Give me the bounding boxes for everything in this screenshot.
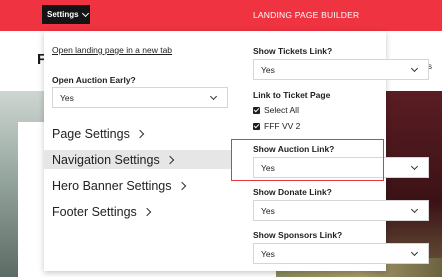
- show-tickets-value: Yes: [261, 64, 275, 75]
- open-landing-page-link[interactable]: Open landing page in a new tab: [52, 45, 172, 55]
- chevron-down-icon: [410, 162, 419, 171]
- show-tickets-select[interactable]: Yes: [253, 59, 429, 80]
- chevron-down-icon: [81, 9, 89, 17]
- show-sponsors-value: Yes: [261, 248, 275, 259]
- ticket-option-label: FFF VV 2: [264, 121, 301, 131]
- show-donate-label: Show Donate Link?: [253, 187, 332, 197]
- show-tickets-label: Show Tickets Link?: [253, 46, 333, 56]
- settings-button-label: Settings: [47, 10, 79, 19]
- nav-footer-settings-label: Footer Settings: [52, 204, 137, 219]
- chevron-right-icon: [135, 129, 145, 138]
- select-all-option[interactable]: Select All: [253, 105, 299, 115]
- show-donate-select[interactable]: Yes: [253, 200, 429, 221]
- show-sponsors-select[interactable]: Yes: [253, 243, 429, 264]
- highlight-annotation-box: [231, 139, 384, 181]
- open-auction-early-select[interactable]: Yes: [52, 87, 228, 108]
- checkbox-checked-icon[interactable]: [253, 122, 260, 130]
- chevron-down-icon: [209, 92, 218, 101]
- nav-footer-settings[interactable]: Footer Settings: [44, 202, 232, 221]
- checkbox-checked-icon[interactable]: [253, 106, 260, 114]
- nav-page-settings[interactable]: Page Settings: [44, 124, 232, 143]
- chevron-right-icon: [142, 207, 152, 216]
- open-auction-early-value: Yes: [60, 92, 74, 103]
- chevron-right-icon: [177, 181, 186, 190]
- settings-menu-button[interactable]: Settings: [42, 5, 90, 24]
- top-bar: Settings LANDING PAGE BUILDER: [0, 0, 442, 31]
- app-title: LANDING PAGE BUILDER: [253, 10, 360, 20]
- chevron-right-icon: [165, 155, 174, 164]
- nav-page-settings-label: Page Settings: [52, 126, 130, 141]
- chevron-down-icon: [410, 248, 419, 257]
- ticket-option-fff-vv-2[interactable]: FFF VV 2: [253, 121, 300, 131]
- chevron-down-icon: [410, 64, 419, 73]
- nav-navigation-settings[interactable]: Navigation Settings: [44, 150, 232, 169]
- link-to-ticket-label: Link to Ticket Page: [253, 90, 331, 100]
- open-auction-early-label: Open Auction Early?: [52, 75, 136, 85]
- nav-hero-banner-settings[interactable]: Hero Banner Settings: [44, 176, 232, 195]
- nav-hero-banner-settings-label: Hero Banner Settings: [52, 178, 172, 193]
- nav-navigation-settings-label: Navigation Settings: [52, 152, 160, 167]
- show-donate-value: Yes: [261, 205, 275, 216]
- select-all-label: Select All: [264, 105, 299, 115]
- show-sponsors-label: Show Sponsors Link?: [253, 230, 343, 240]
- chevron-down-icon: [410, 205, 419, 214]
